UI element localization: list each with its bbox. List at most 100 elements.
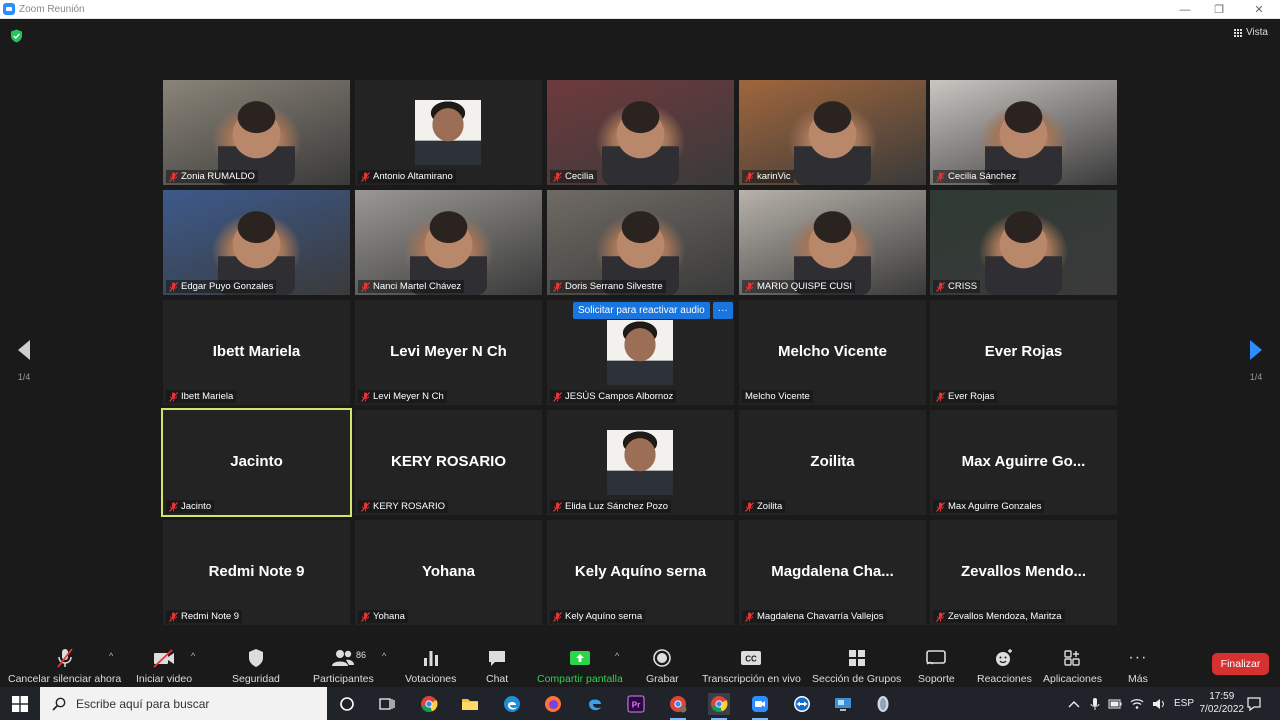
wifi-icon[interactable]: [1130, 698, 1144, 710]
participant-tile[interactable]: Edgar Puyo Gonzales: [163, 190, 350, 295]
participant-tile[interactable]: MARIO QUISPE CUSI: [739, 190, 926, 295]
participant-name-label: karinVic: [742, 170, 794, 183]
edge-icon[interactable]: [501, 693, 523, 715]
gallery-stage: Vista 1/4 1/4 Zonia RUMALDO Antonio Altam…: [0, 19, 1280, 645]
unmute-button[interactable]: Cancelar silenciar ahora: [8, 647, 121, 685]
participant-tile[interactable]: Antonio Altamirano: [355, 80, 542, 185]
language-indicator[interactable]: ESP: [1174, 698, 1194, 709]
microphone-muted-icon: [361, 501, 370, 512]
polls-button[interactable]: Votaciones: [405, 647, 456, 685]
participant-video-feed: [794, 98, 871, 185]
participant-display-name: Ibett Mariela: [212, 343, 301, 360]
chrome-active-window-icon[interactable]: [708, 693, 730, 720]
participant-tile[interactable]: Redmi Note 9 Redmi Note 9: [163, 520, 350, 625]
participant-tile[interactable]: Zonia RUMALDO: [163, 80, 350, 185]
participant-tile[interactable]: Yohana Yohana: [355, 520, 542, 625]
share-screen-button[interactable]: Compartir pantalla: [537, 647, 623, 685]
microphone-muted-icon: [936, 281, 945, 292]
participant-name-label: CRISS: [933, 280, 981, 293]
participant-tile[interactable]: Doris Serrano Silvestre: [547, 190, 734, 295]
live-transcription-button[interactable]: CC Transcripción en vivo: [702, 647, 801, 685]
reactions-button[interactable]: Reacciones: [977, 647, 1032, 685]
request-unmute-button[interactable]: Solicitar para reactivar audio: [573, 302, 710, 319]
participant-tile[interactable]: Magdalena Cha... Magdalena Chavarría Vall…: [739, 520, 926, 625]
premiere-pro-icon[interactable]: Pr: [625, 693, 647, 715]
participant-tile[interactable]: Ibett Mariela Ibett Mariela: [163, 300, 350, 405]
share-options-caret[interactable]: ^: [615, 651, 619, 661]
audio-options-caret[interactable]: ^: [109, 651, 113, 661]
tray-chevron-up-icon[interactable]: [1068, 699, 1080, 709]
participant-tile[interactable]: Cecilia: [547, 80, 734, 185]
encryption-shield-icon[interactable]: [10, 29, 23, 43]
participant-tile[interactable]: Nanci Martel Chávez: [355, 190, 542, 295]
participant-name-text: CRISS: [948, 281, 978, 292]
support-button[interactable]: Soporte: [918, 647, 955, 685]
participant-tile[interactable]: Jacinto Jacinto: [161, 408, 352, 517]
grid-view-icon: [1233, 28, 1242, 37]
minimize-button[interactable]: —: [1166, 0, 1204, 19]
microphone-muted-icon: [169, 391, 178, 402]
volume-icon[interactable]: [1152, 698, 1166, 710]
participant-tile[interactable]: Zoilita Zoilita: [739, 410, 926, 515]
file-explorer-icon[interactable]: [459, 693, 481, 715]
end-meeting-button[interactable]: Finalizar: [1212, 653, 1269, 675]
taskbar-search-box[interactable]: Escribe aquí para buscar: [40, 687, 327, 720]
chat-button[interactable]: Chat: [486, 647, 508, 685]
microphone-muted-icon: [936, 171, 945, 182]
participant-tile[interactable]: Ever Rojas Ever Rojas: [930, 300, 1117, 405]
more-label: Más: [1128, 673, 1148, 685]
participant-tile[interactable]: Max Aguirre Go... Max Aguirre Gonzales: [930, 410, 1117, 515]
battery-icon[interactable]: [1108, 699, 1122, 709]
zoom-taskbar-icon[interactable]: [749, 693, 771, 720]
task-view-icon[interactable]: [376, 693, 398, 715]
participants-options-caret[interactable]: ^: [382, 651, 386, 661]
participant-tile[interactable]: Melcho Vicente Melcho Vicente: [739, 300, 926, 405]
participant-display-name: Melcho Vicente: [778, 343, 887, 360]
teamviewer-icon[interactable]: [791, 693, 813, 715]
participant-tile[interactable]: CRISS: [930, 190, 1117, 295]
chrome-profile-icon[interactable]: [667, 693, 689, 720]
participant-tile[interactable]: Zevallos Mendo... Zevallos Mendoza, Marit…: [930, 520, 1117, 625]
next-page-button[interactable]: 1/4: [1241, 339, 1271, 382]
participant-name-label: Zoilita: [742, 500, 786, 513]
participant-tile[interactable]: Kely Aquíno serna Kely Aquíno serna: [547, 520, 734, 625]
more-button[interactable]: ··· Más: [1128, 647, 1148, 685]
participant-name-label: Ibett Mariela: [166, 390, 237, 403]
participant-tile[interactable]: KERY ROSARIO KERY ROSARIO: [355, 410, 542, 515]
participant-tile[interactable]: Elida Luz Sánchez Pozo: [547, 410, 734, 515]
maximize-button[interactable]: ❐: [1200, 0, 1238, 19]
participant-name-text: KERY ROSARIO: [373, 501, 445, 512]
notifications-icon[interactable]: [1243, 693, 1265, 715]
security-button[interactable]: Seguridad: [232, 647, 280, 685]
previous-page-button[interactable]: 1/4: [9, 339, 39, 382]
app-glass-icon[interactable]: [872, 693, 894, 715]
apps-button[interactable]: Aplicaciones: [1043, 647, 1102, 685]
support-label: Soporte: [918, 673, 955, 685]
start-video-button[interactable]: Iniciar video: [136, 647, 192, 685]
participant-name-label: Cecilia Sánchez: [933, 170, 1020, 183]
tile-more-options-button[interactable]: ···: [712, 302, 733, 319]
video-options-caret[interactable]: ^: [191, 651, 195, 661]
participant-tile[interactable]: Levi Meyer N Ch Levi Meyer N Ch: [355, 300, 542, 405]
share-screen-label: Compartir pantalla: [537, 673, 623, 685]
remote-desktop-icon[interactable]: [832, 693, 854, 715]
firefox-icon[interactable]: [542, 693, 564, 715]
start-button[interactable]: [0, 687, 40, 720]
view-button[interactable]: Vista: [1233, 27, 1268, 38]
breakout-rooms-button[interactable]: Sección de Grupos: [812, 647, 901, 685]
record-button[interactable]: Grabar: [646, 647, 679, 685]
cortana-icon[interactable]: [336, 693, 358, 715]
participant-name-text: karinVic: [757, 171, 791, 182]
participant-name-label: Zevallos Mendoza, Maritza: [933, 610, 1065, 623]
microphone-tray-icon[interactable]: [1090, 697, 1100, 711]
chrome-icon[interactable]: [418, 693, 440, 715]
participant-name-text: MARIO QUISPE CUSI: [757, 281, 853, 292]
edge-legacy-icon[interactable]: [584, 693, 606, 715]
participant-name-label: Kely Aquíno serna: [550, 610, 646, 623]
microphone-muted-icon: [936, 611, 945, 622]
taskbar-clock[interactable]: 17:59 7/02/2022: [1200, 690, 1245, 716]
participant-tile[interactable]: Cecilia Sánchez: [930, 80, 1117, 185]
close-button[interactable]: ✕: [1240, 0, 1278, 19]
participant-tile[interactable]: karinVic: [739, 80, 926, 185]
participant-name-text: Ever Rojas: [948, 391, 995, 402]
